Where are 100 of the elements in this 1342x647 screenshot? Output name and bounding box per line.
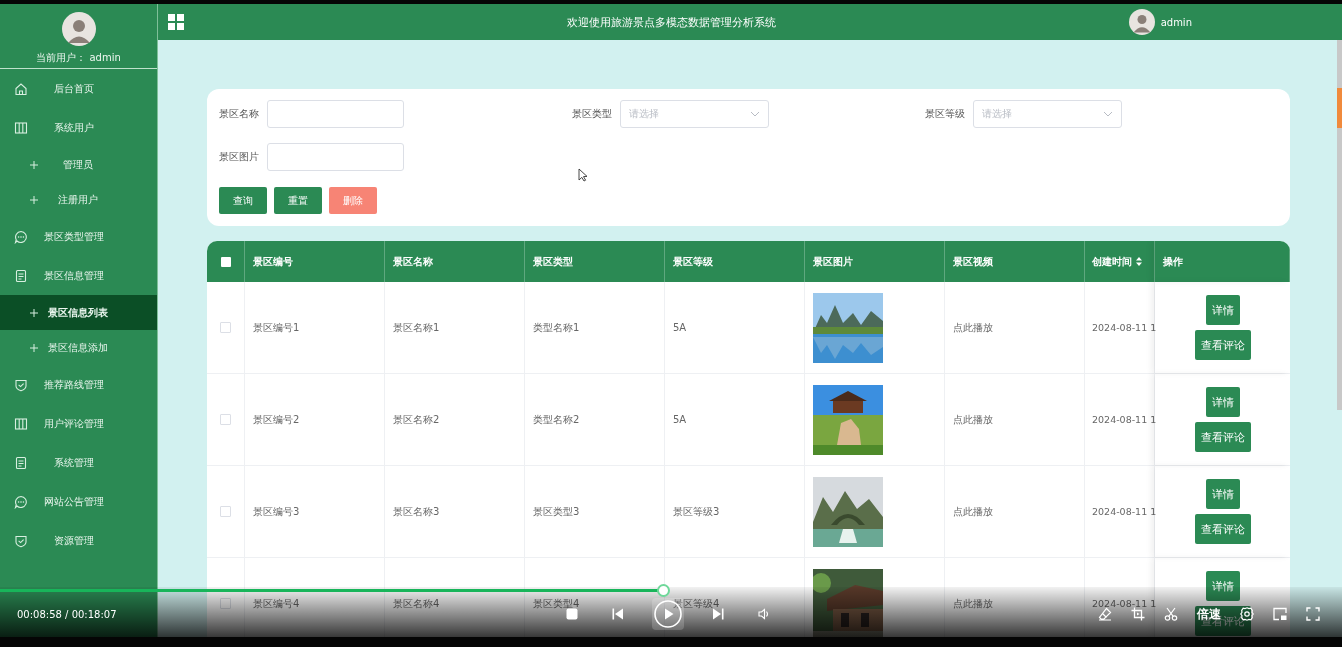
table-cell: 类型名称1 <box>533 320 580 335</box>
shield-icon <box>14 377 28 392</box>
column-header: 景区名称 <box>393 254 433 269</box>
document-icon <box>14 455 28 470</box>
row-checkbox[interactable] <box>220 414 231 425</box>
action-button[interactable]: 详情 <box>1205 387 1240 417</box>
menu-item[interactable]: 景区信息添加 <box>0 330 157 365</box>
scissors-icon[interactable] <box>1164 607 1178 621</box>
input-field[interactable] <box>267 100 404 128</box>
picture-in-picture-icon[interactable] <box>1273 607 1287 621</box>
action-button[interactable]: 详情 <box>1205 571 1240 601</box>
table-cell: 景区等级3 <box>673 504 720 519</box>
column-header: 景区图片 <box>813 254 853 269</box>
columns-icon <box>14 416 28 431</box>
table-cell: 类型名称2 <box>533 412 580 427</box>
select-all-checkbox[interactable] <box>220 256 231 267</box>
plus-icon <box>30 195 38 204</box>
eraser-icon[interactable] <box>1098 607 1112 621</box>
row-checkbox[interactable] <box>220 322 231 333</box>
search-button[interactable]: 查询 <box>219 187 267 214</box>
action-button[interactable]: 详情 <box>1205 479 1240 509</box>
column-header: 景区视频 <box>953 254 993 269</box>
column-header: 景区等级 <box>673 254 713 269</box>
menu-item[interactable]: 景区类型管理 <box>0 217 157 256</box>
chat-icon <box>14 229 28 244</box>
chevron-icon <box>1103 111 1113 117</box>
menu-item[interactable]: 注册用户 <box>0 182 157 217</box>
input-field[interactable] <box>267 143 404 171</box>
columns-icon <box>14 120 28 135</box>
action-button[interactable]: 查看评论 <box>1194 330 1251 360</box>
user-name[interactable]: admin <box>1160 16 1192 28</box>
crop-icon[interactable] <box>1131 607 1145 621</box>
column-header: 创建时间 <box>1092 254 1132 269</box>
menu-item[interactable]: 系统用户 <box>0 108 157 147</box>
previous-icon[interactable] <box>612 608 624 620</box>
video-link[interactable]: 点此播放 <box>953 320 993 335</box>
action-button[interactable]: 详情 <box>1205 295 1240 325</box>
sort-icon[interactable] <box>1136 257 1142 266</box>
avatar[interactable] <box>1128 9 1155 35</box>
table-cell: 5A <box>673 322 687 333</box>
video-link[interactable]: 点此播放 <box>953 596 993 611</box>
menu-item[interactable]: 景区信息列表 <box>0 295 157 330</box>
chat-icon <box>14 494 28 509</box>
table-cell: 2024-08-11 1 <box>1092 506 1157 517</box>
menu-item[interactable]: 资源管理 <box>0 521 157 560</box>
fullscreen-icon[interactable] <box>1306 607 1320 621</box>
table-cell: 景区编号1 <box>253 320 300 335</box>
field-label: 景区图片 <box>219 150 259 164</box>
cursor-icon <box>578 168 588 182</box>
table-cell: 景区编号4 <box>253 596 300 611</box>
action-button[interactable]: 查看评论 <box>1194 514 1251 544</box>
field-label: 景区类型 <box>572 107 612 121</box>
home-icon <box>14 81 28 96</box>
action-button[interactable]: 查看评论 <box>1194 422 1251 452</box>
stop-icon[interactable] <box>566 608 578 620</box>
scroll-thumb[interactable] <box>1337 88 1342 128</box>
plus-icon <box>30 308 38 317</box>
menu-item[interactable]: 后台首页 <box>0 69 157 108</box>
table-cell: 景区编号3 <box>253 504 300 519</box>
column-header: 景区类型 <box>533 254 573 269</box>
menu-item[interactable]: 网站公告管理 <box>0 482 157 521</box>
search-button[interactable]: 删除 <box>329 187 377 214</box>
table-cell: 景区编号2 <box>253 412 300 427</box>
grid-icon[interactable] <box>168 14 184 30</box>
table-cell: 景区名称2 <box>393 412 440 427</box>
table-cell: 5A <box>673 414 687 425</box>
video-link[interactable]: 点此播放 <box>953 412 993 427</box>
table-cell: 景区名称4 <box>393 596 440 611</box>
table-cell: 景区名称3 <box>393 504 440 519</box>
next-icon[interactable] <box>712 608 724 620</box>
search-button[interactable]: 重置 <box>274 187 322 214</box>
volume-icon[interactable] <box>758 608 770 620</box>
column-header: 景区编号 <box>253 254 293 269</box>
table-cell: 景区名称1 <box>393 320 440 335</box>
document-icon <box>14 268 28 283</box>
shield-icon <box>14 533 28 548</box>
chevron-icon <box>750 111 760 117</box>
row-checkbox[interactable] <box>220 598 231 609</box>
plus-icon <box>30 160 38 169</box>
current-user-label: 当前用户： admin <box>36 51 121 65</box>
table-cell: 景区类型4 <box>533 596 580 611</box>
field-label: 景区等级 <box>925 107 965 121</box>
table-cell: 2024-08-11 1 <box>1092 322 1157 333</box>
menu-item[interactable]: 推荐路线管理 <box>0 365 157 404</box>
play-button[interactable] <box>652 598 684 630</box>
scrollbar[interactable] <box>1337 40 1342 410</box>
field-label: 景区名称 <box>219 107 259 121</box>
plus-icon <box>30 343 38 352</box>
avatar <box>61 12 96 46</box>
menu-item[interactable]: 管理员 <box>0 147 157 182</box>
playback-time: 00:08:58 / 00:18:07 <box>17 608 118 620</box>
row-checkbox[interactable] <box>220 506 231 517</box>
menu-item[interactable]: 系统管理 <box>0 443 157 482</box>
system-title: 欢迎使用旅游景点多模态数据管理分析系统 <box>565 14 777 30</box>
column-header: 操作 <box>1163 254 1183 269</box>
menu-item[interactable]: 用户评论管理 <box>0 404 157 443</box>
video-link[interactable]: 点此播放 <box>953 504 993 519</box>
menu-item[interactable]: 景区信息管理 <box>0 256 157 295</box>
table-cell: 2024-08-11 1 <box>1092 598 1157 609</box>
table-cell: 2024-08-11 1 <box>1092 414 1157 425</box>
